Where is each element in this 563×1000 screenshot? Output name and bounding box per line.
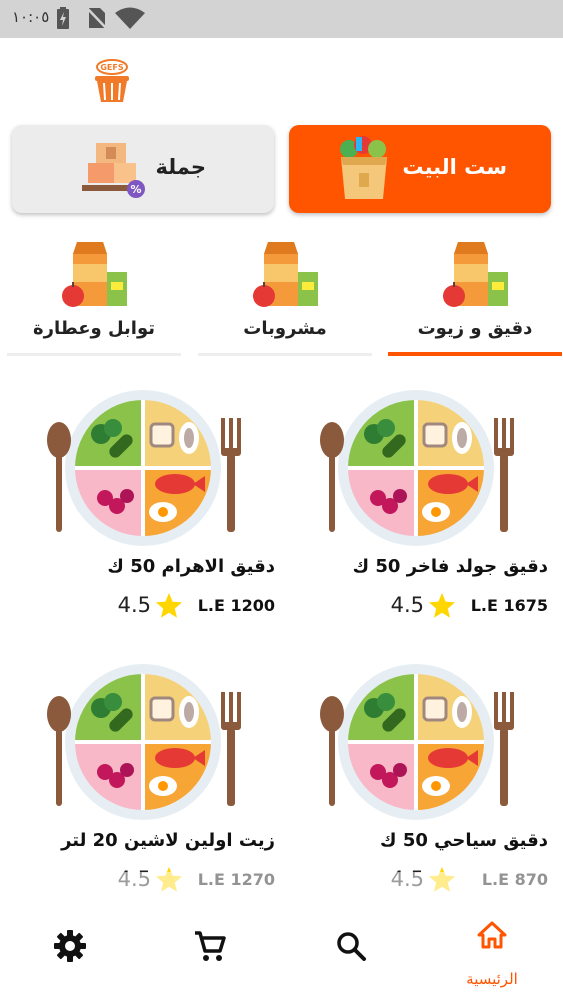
category-underline (7, 353, 181, 356)
mode-card-wholesale[interactable]: % جملة (12, 125, 274, 213)
wifi-icon (115, 7, 145, 29)
mode-label-home-lady: ست البيت (402, 155, 507, 179)
category-underline (198, 353, 372, 356)
home-icon (477, 921, 507, 949)
grocery-bag-icon (340, 136, 387, 199)
nav-search[interactable] (320, 920, 380, 980)
juice-pack-icon (443, 242, 508, 307)
wholesale-boxes-icon: % (82, 143, 145, 198)
juice-pack-icon (62, 242, 127, 307)
category-label-spices: توابل وعطارة (32, 318, 156, 339)
nav-settings[interactable] (40, 920, 100, 980)
category-label-flour-oils: دقيق و زيوت (417, 318, 533, 339)
category-tab-drinks[interactable]: مشروبات (198, 232, 372, 356)
cart-icon (195, 931, 226, 961)
food-plate-image (318, 662, 516, 822)
status-bar: ١٠:٠٥ (0, 0, 563, 38)
category-underline-active (388, 352, 562, 356)
product-name: دقيق جولد فاخر 50 ك (352, 556, 548, 577)
product-name: دقيق سياحي 50 ك (380, 830, 548, 851)
svg-text:GEFS: GEFS (100, 63, 123, 72)
status-time: ١٠:٠٥ (12, 8, 50, 26)
basket-logo-icon: GEFS (95, 59, 129, 102)
product-card[interactable]: زيت اولين لاشين 20 لترL.E 12704.5 (35, 654, 275, 904)
product-rating: 4.5 (390, 593, 424, 617)
product-name: زيت اولين لاشين 20 لتر (61, 830, 275, 851)
search-icon (337, 932, 366, 961)
product-card[interactable]: دقيق جولد فاخر 50 ك L.E 1675 4.5 (308, 380, 548, 630)
product-card[interactable]: دقيق الاهرام 50 ك L.E 1200 4.5 (35, 380, 275, 630)
bottom-nav: الرئيسية (0, 906, 563, 1000)
no-sim-icon (86, 7, 108, 30)
nav-home-label: الرئيسية (466, 970, 518, 988)
star-icon (156, 593, 182, 618)
category-tab-spices[interactable]: توابل وعطارة (7, 232, 181, 356)
battery-charging-icon (57, 7, 69, 29)
juice-pack-icon (253, 242, 318, 307)
product-price: L.E 1675 (470, 596, 548, 615)
mode-label-wholesale: جملة (155, 155, 206, 179)
product-card[interactable]: دقيق سياحي 50 كL.E 8704.5 (308, 654, 548, 904)
nav-home[interactable]: الرئيسية (462, 920, 522, 988)
product-rating: 4.5 (117, 593, 151, 617)
food-plate-image (45, 662, 243, 822)
nav-cart[interactable] (180, 920, 240, 980)
category-label-drinks: مشروبات (243, 318, 327, 339)
bottom-fade (0, 872, 563, 906)
product-price: L.E 1200 (197, 596, 275, 615)
settings-icon (54, 930, 86, 962)
food-plate-image (45, 388, 243, 548)
svg-text:%: % (130, 183, 141, 196)
mode-card-home-lady[interactable]: ست البيت (289, 125, 551, 213)
star-icon (429, 593, 455, 618)
product-name: دقيق الاهرام 50 ك (107, 556, 275, 577)
category-tab-flour-oils[interactable]: دقيق و زيوت (388, 232, 562, 356)
food-plate-image (318, 388, 516, 548)
